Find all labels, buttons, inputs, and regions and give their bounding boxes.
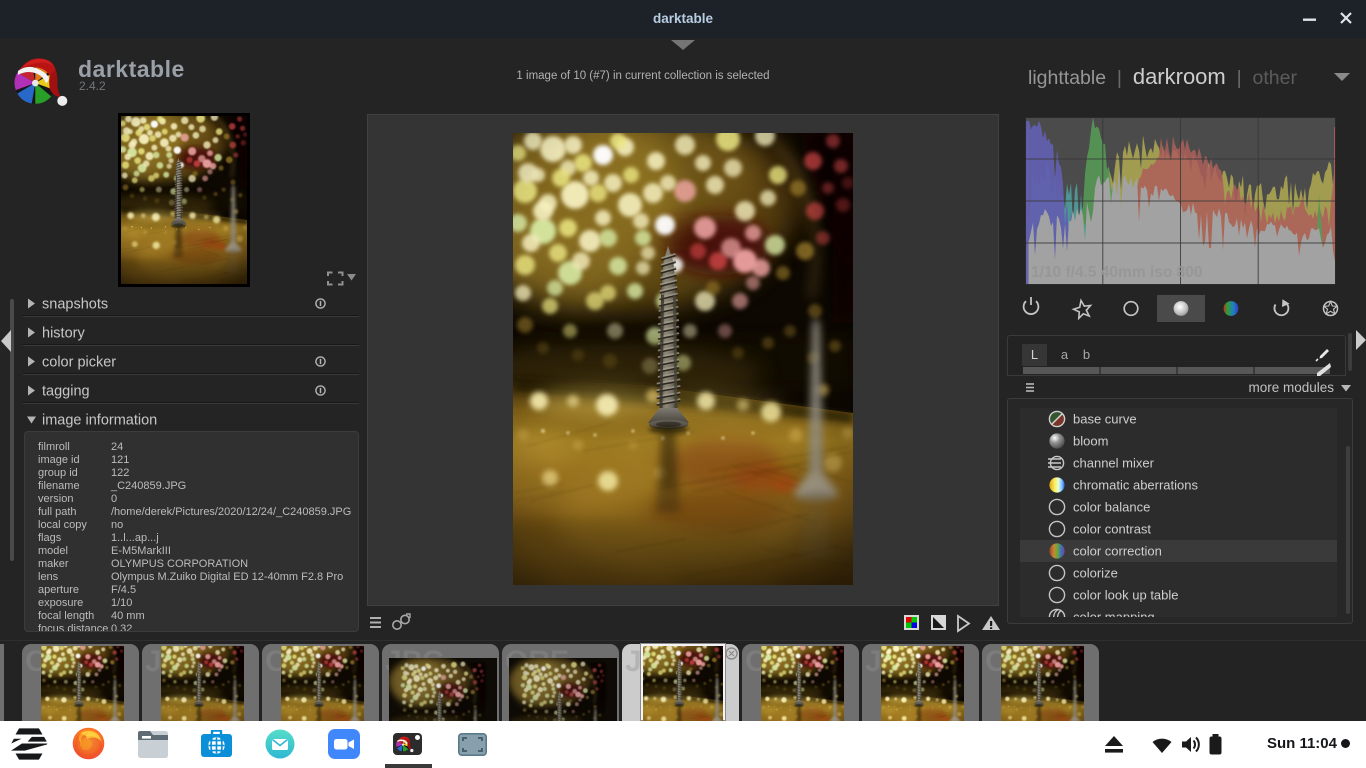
svg-text:channel mixer: channel mixer: [1073, 456, 1155, 471]
svg-text:color balance: color balance: [1073, 500, 1150, 515]
svg-text:color correction: color correction: [1073, 544, 1162, 559]
svg-text:color contrast: color contrast: [1073, 522, 1151, 537]
svg-text:1/10 f/4.5 40mm iso 800: 1/10 f/4.5 40mm iso 800: [1031, 264, 1202, 281]
svg-text:snapshots: snapshots: [42, 297, 108, 313]
svg-text:color mapping: color mapping: [1073, 610, 1155, 618]
svg-text:bloom: bloom: [1073, 434, 1108, 449]
svg-text:history: history: [42, 326, 85, 342]
svg-text:base curve: base curve: [1073, 412, 1137, 427]
svg-text:more modules: more modules: [1248, 381, 1334, 395]
svg-text:tagging: tagging: [42, 384, 90, 400]
svg-text:color picker: color picker: [42, 355, 116, 371]
svg-text:image information: image information: [42, 413, 157, 429]
svg-text:color look up table: color look up table: [1073, 588, 1179, 603]
svg-text:chromatic aberrations: chromatic aberrations: [1073, 478, 1198, 493]
svg-text:colorize: colorize: [1073, 566, 1118, 581]
